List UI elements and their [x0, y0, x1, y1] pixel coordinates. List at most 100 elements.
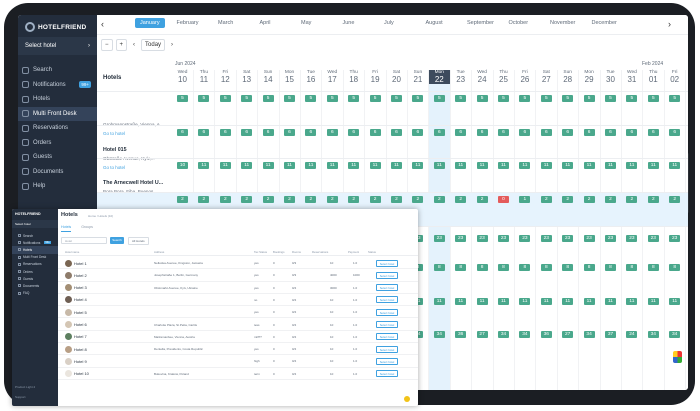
select-hotel-button[interactable]: Select hotel — [376, 259, 398, 267]
availability-cell[interactable]: 23 — [519, 235, 531, 242]
day-header[interactable]: Mon 15 — [279, 70, 300, 84]
availability-cell[interactable]: 34 — [669, 331, 681, 338]
month-february[interactable]: February — [177, 20, 199, 26]
availability-cell[interactable]: 11 — [433, 162, 445, 169]
hotel-filter-dropdown[interactable]: All Hotels — [128, 237, 149, 245]
availability-cell[interactable]: 6 — [262, 129, 274, 136]
month-may[interactable]: May — [301, 20, 311, 26]
availability-cell[interactable]: 8 — [540, 264, 552, 271]
day-header[interactable]: Fri 02 — [664, 70, 685, 84]
day-header[interactable]: Fri 12 — [215, 70, 236, 84]
availability-cell[interactable]: 8 — [626, 264, 638, 271]
availability-cell[interactable]: 36 — [540, 331, 552, 338]
availability-cell[interactable]: 2 — [369, 196, 381, 203]
availability-cell[interactable]: 2 — [348, 196, 360, 203]
month-march[interactable]: March — [218, 20, 233, 26]
day-header[interactable]: Sat 13 — [236, 70, 257, 84]
availability-cell[interactable]: 5 — [412, 95, 424, 102]
overlay-menu-item[interactable]: Search — [12, 232, 58, 239]
select-hotel-button[interactable]: Select hotel — [376, 284, 398, 292]
sidebar-item-notifications[interactable]: Notifications 99+ — [18, 78, 97, 93]
availability-cell[interactable]: 2 — [219, 196, 231, 203]
month-october[interactable]: October — [509, 20, 529, 26]
availability-cell[interactable]: 11 — [605, 162, 616, 169]
day-header[interactable]: Tue 16 — [300, 70, 321, 84]
availability-cell[interactable]: 11 — [198, 162, 210, 169]
availability-cell[interactable]: 5 — [262, 95, 274, 102]
overlay-menu-item[interactable]: Documents — [12, 282, 58, 289]
availability-cell[interactable]: 8 — [647, 264, 659, 271]
availability-cell[interactable]: 23 — [626, 235, 638, 242]
availability-cell[interactable]: 11 — [562, 298, 574, 305]
availability-cell[interactable]: 5 — [348, 95, 360, 102]
availability-cell[interactable]: 11 — [241, 162, 253, 169]
overlay-menu-item[interactable]: Multi Front Desk — [12, 254, 58, 261]
overlay-menu-item[interactable]: Hotels — [12, 246, 58, 254]
availability-cell[interactable]: 5 — [583, 95, 595, 102]
availability-cell[interactable]: 23 — [647, 235, 659, 242]
availability-cell[interactable]: 11 — [562, 162, 574, 169]
collapse-sidebar-icon[interactable]: ‹ — [79, 22, 82, 31]
day-header[interactable]: Tue 23 — [450, 70, 471, 84]
availability-cell[interactable]: 11 — [626, 162, 638, 169]
availability-cell[interactable]: 5 — [326, 95, 338, 102]
day-header[interactable]: Thu 11 — [193, 70, 214, 84]
availability-cell[interactable]: 11 — [540, 162, 552, 169]
availability-cell[interactable]: 8 — [519, 264, 531, 271]
availability-cell[interactable]: 34 — [519, 331, 531, 338]
day-header[interactable]: Mon 29 — [579, 70, 600, 84]
availability-cell[interactable]: 5 — [177, 95, 188, 102]
availability-cell[interactable]: 5 — [669, 95, 681, 102]
availability-cell[interactable]: 2 — [433, 196, 445, 203]
availability-cell[interactable]: 11 — [498, 298, 509, 305]
availability-cell[interactable]: 11 — [519, 162, 531, 169]
help-icon[interactable] — [404, 396, 410, 402]
availability-cell[interactable]: 11 — [626, 298, 638, 305]
availability-cell[interactable]: 6 — [498, 129, 509, 136]
sidebar-item-reservations[interactable]: Reservations — [18, 121, 97, 136]
availability-cell[interactable]: 2 — [540, 196, 552, 203]
overlay-menu-item[interactable]: Notifications 99+ — [12, 239, 58, 246]
next-month-icon[interactable]: › — [668, 19, 671, 29]
availability-cell[interactable]: 11 — [284, 162, 295, 169]
availability-cell[interactable]: 27 — [562, 331, 574, 338]
availability-cell[interactable]: 6 — [455, 129, 467, 136]
availability-cell[interactable]: 8 — [669, 264, 681, 271]
availability-cell[interactable]: 5 — [391, 95, 402, 102]
select-hotel-button[interactable]: Select hotel — [376, 333, 398, 341]
month-june[interactable]: June — [343, 20, 355, 26]
availability-cell[interactable]: 6 — [433, 129, 445, 136]
overlay-footer-support[interactable]: Support — [15, 395, 26, 399]
availability-cell[interactable]: 11 — [540, 298, 552, 305]
availability-cell[interactable]: 6 — [476, 129, 488, 136]
overlay-select-hotel[interactable]: Select hotel — [12, 220, 58, 228]
day-header[interactable]: Wed 24 — [472, 70, 493, 84]
availability-cell[interactable]: 2 — [455, 196, 467, 203]
hotel-name[interactable]: Hotel 6 — [74, 322, 87, 327]
availability-cell[interactable]: 11 — [476, 298, 488, 305]
availability-cell[interactable]: 2 — [326, 196, 338, 203]
availability-cell[interactable]: 11 — [412, 162, 424, 169]
availability-cell[interactable]: 34 — [583, 331, 595, 338]
availability-cell[interactable]: 6 — [241, 129, 253, 136]
day-header[interactable]: Sat 27 — [536, 70, 557, 84]
overlay-menu-item[interactable]: Reservations — [12, 261, 58, 268]
day-header[interactable]: Thu 18 — [343, 70, 364, 84]
month-september[interactable]: September — [467, 20, 494, 26]
availability-cell[interactable]: 5 — [241, 95, 253, 102]
availability-cell[interactable]: 6 — [540, 129, 552, 136]
hotel-name[interactable]: Hotel 8 — [74, 347, 87, 352]
availability-cell[interactable]: 27 — [476, 331, 488, 338]
availability-cell[interactable]: 0 — [498, 196, 509, 203]
month-april[interactable]: April — [260, 20, 271, 26]
tab-groups[interactable]: Groups — [81, 225, 93, 232]
hotel-name[interactable]: Hotel 1 — [74, 261, 87, 266]
availability-cell[interactable]: 11 — [455, 162, 467, 169]
day-header[interactable]: Sun 21 — [407, 70, 428, 84]
availability-cell[interactable]: 6 — [177, 129, 188, 136]
availability-cell[interactable]: 2 — [177, 196, 188, 203]
availability-cell[interactable]: 34 — [498, 331, 509, 338]
availability-cell[interactable]: 34 — [647, 331, 659, 338]
availability-cell[interactable]: 11 — [348, 162, 360, 169]
month-december[interactable]: December — [592, 20, 617, 26]
